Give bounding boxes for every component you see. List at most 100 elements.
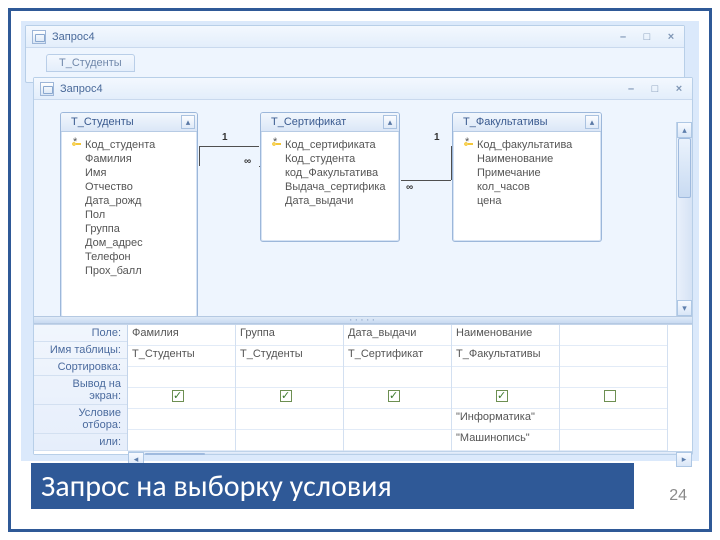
cell-or[interactable] xyxy=(560,430,667,451)
table-title: Т_Факультативы xyxy=(463,116,548,128)
cell-field[interactable]: Группа xyxy=(236,325,343,346)
scroll-right-button[interactable]: ▸ xyxy=(676,452,692,467)
cell-sort[interactable] xyxy=(344,367,451,388)
cell-or[interactable] xyxy=(344,430,451,451)
field[interactable]: цена xyxy=(461,194,593,208)
cell-field[interactable] xyxy=(560,325,667,346)
checkbox-icon[interactable] xyxy=(172,390,184,402)
screenshot-area: Запрос4 – □ × Т_Студенты Запрос4 – □ × xyxy=(21,21,699,461)
scrollbar-thumb[interactable] xyxy=(678,138,691,198)
background-titlebar: Запрос4 – □ × xyxy=(26,26,684,48)
cell-criteria[interactable] xyxy=(128,409,235,430)
close-button[interactable]: × xyxy=(664,31,678,43)
table-facultatives[interactable]: Т_Факультативы ▴ Код_факультатива Наимен… xyxy=(452,112,602,242)
field[interactable]: Группа xyxy=(69,222,189,236)
table-certificate[interactable]: Т_Сертификат ▴ Код_сертификата Код_студе… xyxy=(260,112,400,242)
cell-field[interactable]: Дата_выдачи xyxy=(344,325,451,346)
field[interactable]: Дата_рожд xyxy=(69,194,189,208)
cell-table[interactable]: Т_Факультативы xyxy=(452,346,559,367)
field[interactable]: кол_часов xyxy=(461,180,593,194)
cell-sort[interactable] xyxy=(236,367,343,388)
field[interactable]: Выдача_сертифика xyxy=(269,180,391,194)
scroll-up-icon[interactable]: ▴ xyxy=(181,115,195,129)
field[interactable]: Наименование xyxy=(461,152,593,166)
cell-sort[interactable] xyxy=(128,367,235,388)
table-title: Т_Сертификат xyxy=(271,116,346,128)
field[interactable]: Код_сертификата xyxy=(269,138,391,152)
cell-show[interactable] xyxy=(452,388,559,409)
query-icon xyxy=(40,82,54,96)
grid-column xyxy=(560,325,668,451)
scroll-up-icon[interactable]: ▴ xyxy=(585,115,599,129)
scrollbar-track[interactable] xyxy=(677,138,692,300)
field[interactable]: Прох_балл xyxy=(69,264,189,278)
cell-sort[interactable] xyxy=(452,367,559,388)
cell-show[interactable] xyxy=(560,388,667,409)
field[interactable]: Фамилия xyxy=(69,152,189,166)
field[interactable]: Пол xyxy=(69,208,189,222)
relation-many-label: ∞ xyxy=(406,182,413,193)
pane-splitter[interactable] xyxy=(34,316,692,324)
close-button[interactable]: × xyxy=(672,83,686,95)
maximize-button[interactable]: □ xyxy=(648,83,662,95)
checkbox-icon[interactable] xyxy=(280,390,292,402)
relation-one-label: 1 xyxy=(434,132,440,143)
cell-criteria[interactable] xyxy=(344,409,451,430)
scrollbar-thumb[interactable] xyxy=(145,453,205,455)
scroll-down-button[interactable]: ▾ xyxy=(677,300,692,316)
row-label-or: или: xyxy=(34,434,127,451)
cell-table[interactable]: Т_Сертификат xyxy=(344,346,451,367)
cell-show[interactable] xyxy=(344,388,451,409)
cell-criteria[interactable] xyxy=(236,409,343,430)
minimize-button[interactable]: – xyxy=(616,31,630,43)
cell-field[interactable]: Наименование xyxy=(452,325,559,346)
scroll-up-icon[interactable]: ▴ xyxy=(383,115,397,129)
field[interactable]: Примечание xyxy=(461,166,593,180)
scroll-up-button[interactable]: ▴ xyxy=(677,122,692,138)
cell-criteria[interactable] xyxy=(560,409,667,430)
cell-table[interactable]: Т_Студенты xyxy=(236,346,343,367)
table-title: Т_Студенты xyxy=(71,116,134,128)
field[interactable]: Дом_адрес xyxy=(69,236,189,250)
cell-field[interactable]: Фамилия xyxy=(128,325,235,346)
field[interactable]: Код_студента xyxy=(269,152,391,166)
relation-many-label: ∞ xyxy=(244,156,251,167)
vertical-scrollbar[interactable]: ▴ ▾ xyxy=(676,122,692,316)
checkbox-icon[interactable] xyxy=(496,390,508,402)
cell-or[interactable] xyxy=(128,430,235,451)
table-students-header[interactable]: Т_Студенты ▴ xyxy=(61,113,197,132)
cell-or[interactable]: "Машинопись" xyxy=(452,430,559,451)
relationships-pane[interactable]: Т_Студенты ▴ Код_студента Фамилия Имя От… xyxy=(34,100,692,316)
field[interactable]: код_Факультатива xyxy=(269,166,391,180)
horizontal-scrollbar[interactable]: ◂ ▸ xyxy=(128,451,692,454)
checkbox-icon[interactable] xyxy=(604,390,616,402)
grid-column: Дата_выдачи Т_Сертификат xyxy=(344,325,452,451)
titlebar[interactable]: Запрос4 – □ × xyxy=(34,78,692,100)
minimize-button[interactable]: – xyxy=(624,83,638,95)
maximize-button[interactable]: □ xyxy=(640,31,654,43)
field[interactable]: Код_факультатива xyxy=(461,138,593,152)
cell-table[interactable]: Т_Студенты xyxy=(128,346,235,367)
cell-show[interactable] xyxy=(128,388,235,409)
table-students[interactable]: Т_Студенты ▴ Код_студента Фамилия Имя От… xyxy=(60,112,198,316)
row-label-sort: Сортировка: xyxy=(34,359,127,376)
field[interactable]: Имя xyxy=(69,166,189,180)
field[interactable]: Отчество xyxy=(69,180,189,194)
row-label-table: Имя таблицы: xyxy=(34,342,127,359)
field[interactable]: Код_студента xyxy=(69,138,189,152)
field[interactable]: Дата_выдачи xyxy=(269,194,391,208)
slide-title: Запрос на выборку условия xyxy=(31,463,634,509)
cell-sort[interactable] xyxy=(560,367,667,388)
cell-show[interactable] xyxy=(236,388,343,409)
row-label-field: Поле: xyxy=(34,325,127,342)
grid-row-headers: Поле: Имя таблицы: Сортировка: Вывод на … xyxy=(34,325,128,451)
row-label-criteria: Условие отбора: xyxy=(34,405,127,434)
checkbox-icon[interactable] xyxy=(388,390,400,402)
cell-table[interactable] xyxy=(560,346,667,367)
cell-or[interactable] xyxy=(236,430,343,451)
table-certificate-header[interactable]: Т_Сертификат ▴ xyxy=(261,113,399,132)
cell-criteria[interactable]: "Информатика" xyxy=(452,409,559,430)
design-grid[interactable]: Поле: Имя таблицы: Сортировка: Вывод на … xyxy=(34,324,692,454)
table-facultatives-header[interactable]: Т_Факультативы ▴ xyxy=(453,113,601,132)
field[interactable]: Телефон xyxy=(69,250,189,264)
